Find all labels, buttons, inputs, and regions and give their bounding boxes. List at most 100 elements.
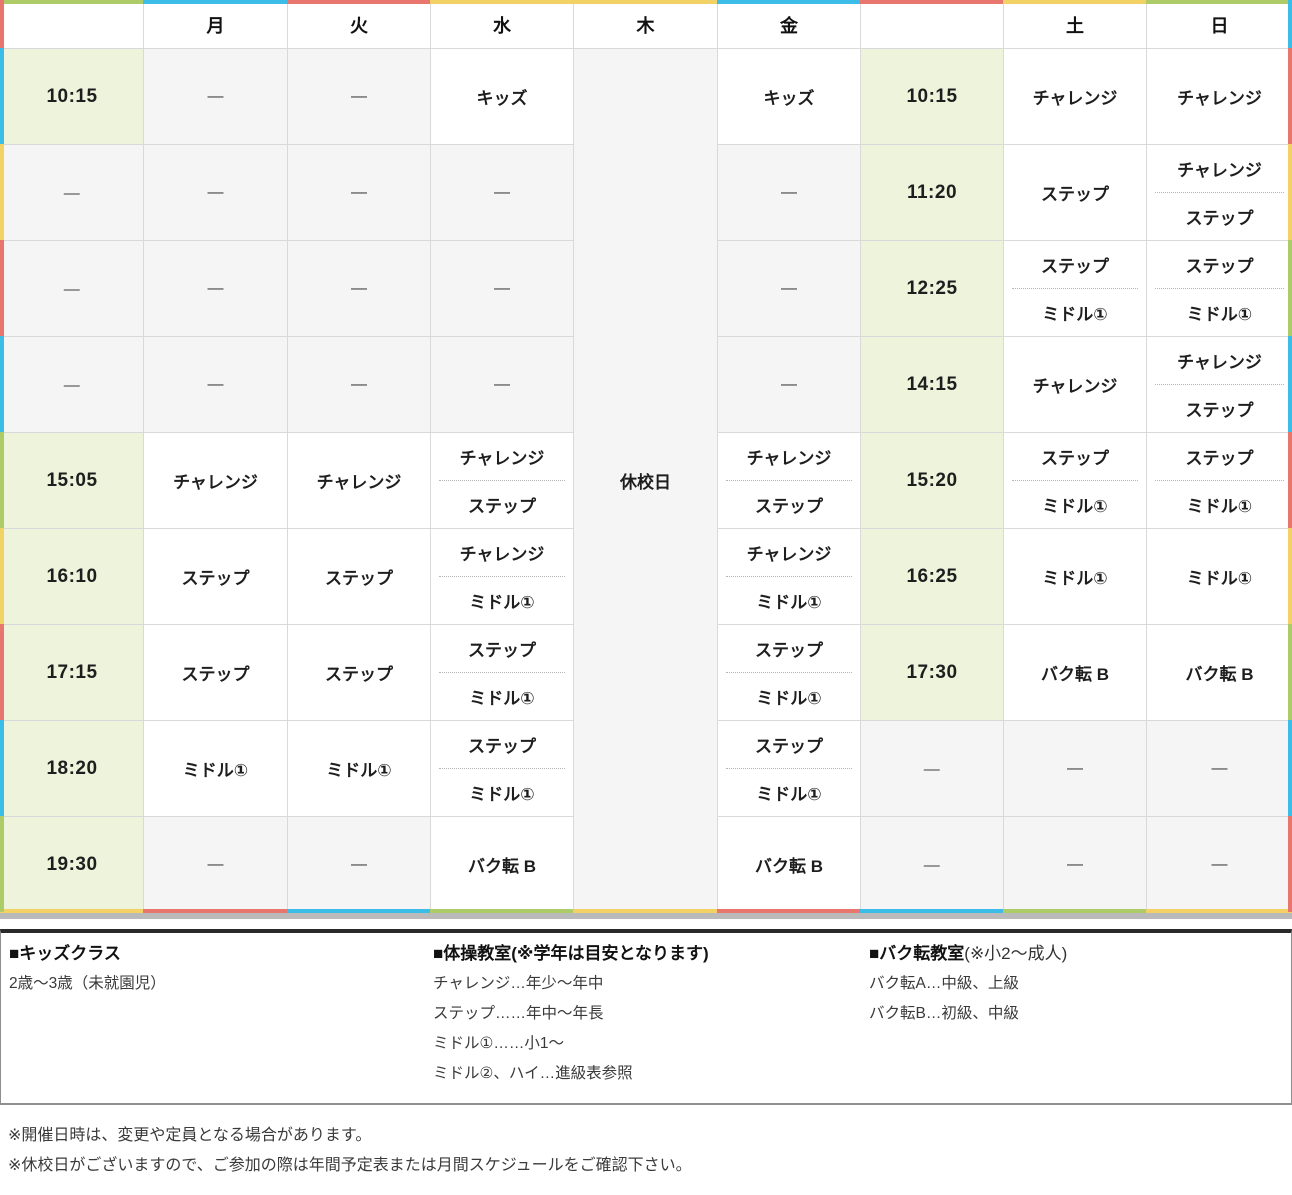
footnote-line: ※開催日時は、変更や定員となる場合があります。: [8, 1121, 1292, 1151]
cell-label: バク転 B: [468, 857, 536, 876]
time-label: 16:10: [46, 566, 97, 587]
time-label: —: [924, 761, 941, 778]
cell-fri: バク転 B: [718, 817, 861, 913]
cell-label-bottom: ステップ: [1147, 385, 1292, 432]
cell-label-bottom: ミドル①: [718, 577, 860, 624]
split-cell: ステップ ミドル①: [718, 721, 860, 816]
cell-label: ステップ: [1041, 185, 1109, 204]
cell-fri: チャレンジ ミドル①: [718, 529, 861, 625]
cell-mon: チャレンジ: [144, 433, 288, 529]
time-cell-right: 16:25: [861, 529, 1004, 625]
cell-tue: チャレンジ: [288, 433, 431, 529]
cell-label: —: [208, 280, 224, 297]
cell-label-bottom: ミドル①: [1147, 289, 1292, 336]
split-cell: ステップ ミドル①: [431, 721, 573, 816]
cell-label: チャレンジ: [1177, 89, 1262, 108]
cell-mon: —: [144, 145, 288, 241]
corner-cell-mid: [861, 1, 1004, 49]
cell-label: チャレンジ: [1033, 377, 1118, 396]
cell-sun: チャレンジ ステップ: [1147, 145, 1292, 241]
cell-sat: バク転 B: [1004, 625, 1147, 721]
legend-line: バク転B…初級、中級: [869, 999, 1281, 1029]
cell-label: ステップ: [182, 665, 250, 684]
cell-sun: —: [1147, 817, 1292, 913]
cell-label: ステップ: [325, 665, 393, 684]
cell-label-bottom: ミドル①: [431, 673, 573, 720]
cell-label: ミドル①: [326, 761, 391, 780]
time-cell-right: 12:25: [861, 241, 1004, 337]
legend-section-kids: ■キッズクラス 2歳〜3歳（未就園児）: [9, 939, 433, 1089]
cell-label: キッズ: [477, 89, 528, 108]
cell-tue: ミドル①: [288, 721, 431, 817]
split-cell: ステップ ミドル①: [1147, 241, 1292, 336]
corner-cell-left: [1, 1, 144, 49]
cell-wed: バク転 B: [431, 817, 574, 913]
cell-mon: ステップ: [144, 625, 288, 721]
legend-line: バク転A…中級、上級: [869, 969, 1281, 999]
table-shadow: [0, 913, 1292, 919]
cell-label: —: [1212, 856, 1228, 873]
time-cell-right: 10:15: [861, 49, 1004, 145]
cell-label-bottom: ステップ: [1147, 193, 1292, 240]
cell-sat: ミドル①: [1004, 529, 1147, 625]
header-mon: 月: [144, 1, 288, 49]
footnote-line: ※休校日がございますので、ご参加の際は年間予定表または月間スケジュールをご確認下…: [8, 1151, 1292, 1181]
cell-label: ステップ: [325, 569, 393, 588]
cell-label: バク転 B: [755, 857, 823, 876]
cell-fri: —: [718, 241, 861, 337]
time-label: 17:30: [906, 662, 957, 683]
time-cell-right: —: [861, 817, 1004, 913]
time-label: —: [64, 185, 81, 202]
cell-mon: ミドル①: [144, 721, 288, 817]
time-cell-left: 19:30: [1, 817, 144, 913]
cell-label-top: ステップ: [1147, 433, 1292, 480]
time-label: 16:25: [906, 566, 957, 587]
cell-wed: ステップ ミドル①: [431, 721, 574, 817]
header-sun: 日: [1147, 1, 1292, 49]
time-label: 14:15: [906, 374, 957, 395]
cell-tue: ステップ: [288, 625, 431, 721]
cell-label: —: [351, 280, 367, 297]
cell-sat: ステップ ミドル①: [1004, 433, 1147, 529]
split-cell: チャレンジ ステップ: [718, 433, 860, 528]
cell-label-bottom: ミドル①: [718, 673, 860, 720]
cell-label: —: [351, 856, 367, 873]
cell-label: —: [1067, 856, 1083, 873]
cell-label: —: [208, 856, 224, 873]
cell-tue: —: [288, 49, 431, 145]
time-label: —: [924, 857, 941, 874]
legend-box: ■キッズクラス 2歳〜3歳（未就園児） ■体操教室(※学年は目安となります) チ…: [0, 929, 1292, 1105]
cell-label: —: [1212, 760, 1228, 777]
cell-label: ミドル①: [1187, 569, 1252, 588]
cell-label-top: ステップ: [1004, 433, 1146, 480]
time-cell-left: 15:05: [1, 433, 144, 529]
cell-wed: チャレンジ ミドル①: [431, 529, 574, 625]
split-cell: ステップ ミドル①: [1147, 433, 1292, 528]
legend-title-note: (※小2〜成人): [964, 944, 1067, 963]
cell-label: —: [781, 280, 797, 297]
schedule-table: 月 火 水 木 金 土 日 10:15 — — キッズ 休校日 キッズ 10:1…: [0, 0, 1292, 913]
legend-title: ■体操教室(※学年は目安となります): [433, 944, 709, 963]
time-cell-left: 17:15: [1, 625, 144, 721]
legend-title: ■バク転教室: [869, 944, 964, 963]
cell-label-bottom: ミドル①: [431, 577, 573, 624]
cell-sun: バク転 B: [1147, 625, 1292, 721]
cell-label: —: [494, 184, 510, 201]
cell-sun: チャレンジ ステップ: [1147, 337, 1292, 433]
cell-label: —: [208, 184, 224, 201]
cell-fri: ステップ ミドル①: [718, 625, 861, 721]
cell-mon: —: [144, 49, 288, 145]
split-cell: ステップ ミドル①: [431, 625, 573, 720]
cell-sun: チャレンジ: [1147, 49, 1292, 145]
closed-day-cell-thu: 休校日: [574, 49, 718, 913]
cell-label: ミドル①: [183, 761, 248, 780]
cell-label: キッズ: [764, 89, 815, 108]
time-cell-left: —: [1, 241, 144, 337]
header-wed: 水: [431, 1, 574, 49]
cell-label-top: チャレンジ: [718, 529, 860, 576]
legend-line: チャレンジ…年少〜年中: [433, 969, 869, 999]
cell-fri: チャレンジ ステップ: [718, 433, 861, 529]
cell-label: —: [208, 88, 224, 105]
cell-sun: ミドル①: [1147, 529, 1292, 625]
cell-label-top: ステップ: [718, 721, 860, 768]
